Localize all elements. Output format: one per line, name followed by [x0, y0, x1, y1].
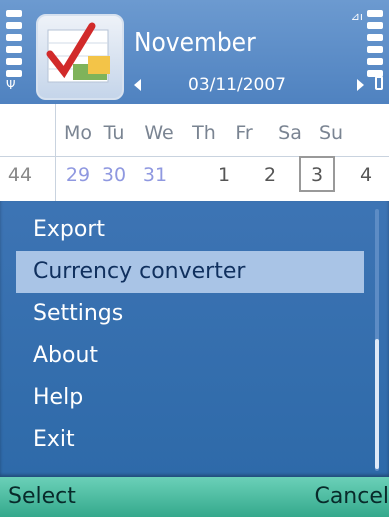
- day-header-mon: Mo: [63, 122, 93, 144]
- week-number: 44: [7, 164, 33, 186]
- antenna-icon: Ψ: [6, 78, 16, 92]
- day-cell[interactable]: 2: [252, 164, 288, 186]
- day-header-thu: Th: [192, 122, 216, 144]
- menu-item-settings[interactable]: Settings: [16, 293, 364, 335]
- day-header-sun: Su: [318, 122, 344, 144]
- menu-item-help[interactable]: Help: [16, 377, 364, 419]
- day-header-fri: Fr: [235, 122, 253, 144]
- cancel-softkey[interactable]: Cancel: [314, 484, 389, 509]
- date-navigator: 03/11/2007: [134, 74, 364, 98]
- menu-item-exit[interactable]: Exit: [16, 419, 364, 461]
- current-date: 03/11/2007: [188, 75, 286, 95]
- divider: [55, 104, 56, 201]
- options-menu: Export Currency converter Settings About…: [0, 201, 389, 477]
- previous-arrow-icon[interactable]: [134, 79, 141, 91]
- next-arrow-icon[interactable]: [357, 79, 364, 91]
- day-cell[interactable]: 30: [96, 164, 132, 186]
- menu-item-about[interactable]: About: [16, 335, 364, 377]
- day-cell[interactable]: 4: [348, 164, 384, 186]
- day-header-tue: Tu: [103, 122, 125, 144]
- day-cell[interactable]: 1: [206, 164, 242, 186]
- softkey-bar: Select Cancel: [0, 477, 389, 517]
- signal-strength-icon: [6, 10, 22, 80]
- battery-level-icon: [367, 10, 383, 80]
- day-cell[interactable]: 29: [60, 164, 96, 186]
- menu-item-currency-converter[interactable]: Currency converter: [16, 251, 364, 293]
- calendar-week-view: Mo Tu We Th Fr Sa Su 44 29 30 31 1 2 3 4: [0, 104, 389, 201]
- menu-scroll-thumb[interactable]: [375, 339, 379, 469]
- battery-icon: [375, 76, 383, 90]
- day-header-sat: Sa: [278, 122, 302, 144]
- month-title: November: [134, 28, 256, 58]
- day-header-wed: We: [144, 122, 174, 144]
- input-mode-icon: ⊿ı: [350, 10, 363, 23]
- menu-item-export[interactable]: Export: [16, 209, 364, 251]
- select-softkey[interactable]: Select: [8, 484, 76, 509]
- day-cell-today[interactable]: 3: [299, 156, 335, 192]
- calendar-app-icon: [36, 14, 124, 100]
- day-cell[interactable]: 31: [137, 164, 173, 186]
- status-header: Ψ November 03/11/2007 ⊿ı: [0, 0, 389, 104]
